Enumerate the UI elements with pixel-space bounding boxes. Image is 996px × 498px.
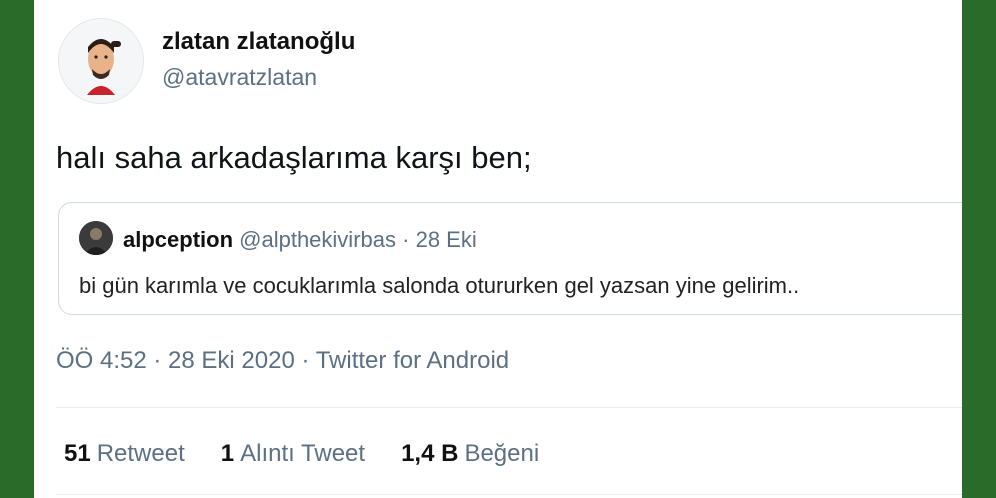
- avatar-photo-icon: [79, 221, 113, 255]
- retweets-count: 51: [64, 440, 91, 467]
- likes-count: 1,4 B: [401, 440, 459, 467]
- retweets-stat[interactable]: 51 Retweet: [64, 440, 185, 468]
- tweet-timestamp[interactable]: ÖÖ 4:52 · 28 Eki 2020: [56, 347, 295, 374]
- quoted-author-name[interactable]: alpception: [123, 227, 233, 252]
- avatar-caricature-icon: [59, 19, 143, 103]
- author-handle[interactable]: @atavratzlatan: [162, 64, 317, 91]
- author-avatar[interactable]: [58, 18, 144, 104]
- separator-dot: ·: [402, 227, 410, 252]
- author-display-name[interactable]: zlatan zlatanoğlu: [162, 28, 355, 56]
- likes-stat[interactable]: 1,4 B Beğeni: [401, 440, 539, 468]
- quotes-label: Alıntı Tweet: [240, 440, 366, 467]
- tweet-card: zlatan zlatanoğlu @atavratzlatan halı sa…: [34, 0, 962, 498]
- quoted-tweet-date[interactable]: 28 Eki: [416, 227, 477, 252]
- tweet-stats: 51 Retweet 1 Alıntı Tweet 1,4 B Beğeni: [64, 440, 539, 468]
- likes-label: Beğeni: [464, 440, 540, 467]
- quoted-author-avatar[interactable]: [79, 221, 113, 255]
- quotes-stat[interactable]: 1 Alıntı Tweet: [221, 440, 365, 468]
- separator-dot: ·: [301, 347, 310, 374]
- quoted-author-handle[interactable]: @alpthekivirbas: [239, 227, 396, 252]
- divider: [56, 494, 962, 495]
- tweet-source[interactable]: Twitter for Android: [316, 347, 509, 374]
- tweet-meta: ÖÖ 4:52 · 28 Eki 2020 · Twitter for Andr…: [56, 347, 509, 375]
- quoted-tweet-text: bi gün karımla ve cocuklarımla salonda o…: [79, 273, 800, 298]
- retweets-label: Retweet: [96, 440, 185, 467]
- quoted-tweet-header: alpception @alpthekivirbas · 28 Eki: [123, 227, 477, 253]
- tweet-text: halı saha arkadaşlarıma karşı ben;: [56, 140, 532, 175]
- quotes-count: 1: [220, 440, 235, 467]
- quoted-tweet[interactable]: alpception @alpthekivirbas · 28 Eki bi g…: [58, 202, 962, 315]
- divider: [56, 407, 962, 408]
